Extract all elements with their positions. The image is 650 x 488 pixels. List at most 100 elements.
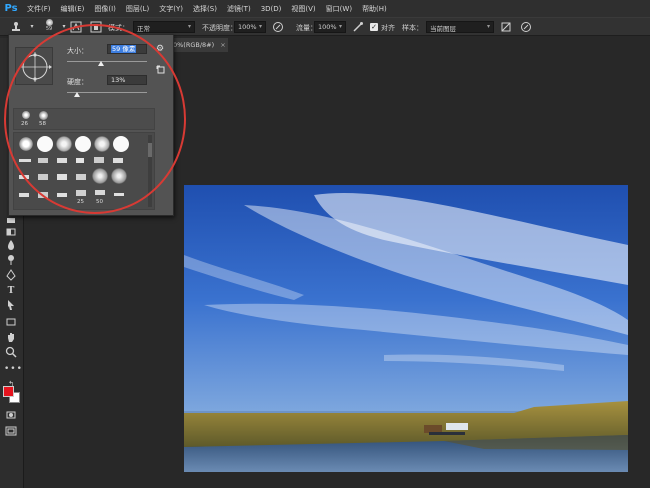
foreground-color-swatch-front[interactable] xyxy=(3,386,14,397)
brush-preset-tip[interactable] xyxy=(57,158,67,163)
document-tab-label: 0%(RGB/8#) xyxy=(173,41,215,49)
brush-preset-tip[interactable] xyxy=(38,158,48,163)
brush-preset-tip[interactable] xyxy=(113,158,123,163)
menu-file[interactable]: 文件(F) xyxy=(22,4,56,14)
brush-size-preview: 59 xyxy=(45,26,53,32)
brush-preset-tip[interactable] xyxy=(57,193,67,197)
dodge-tool-icon[interactable] xyxy=(4,254,18,268)
brush-preset-tip[interactable] xyxy=(76,158,84,163)
recent-brush-tip[interactable] xyxy=(22,111,30,119)
hardness-field[interactable]: 13% xyxy=(107,75,147,85)
menu-3d[interactable]: 3D(D) xyxy=(256,5,287,13)
brush-preview-button[interactable]: 59 xyxy=(42,19,56,34)
menu-bar: Ps 文件(F) 编辑(E) 图像(I) 图层(L) 文字(Y) 选择(S) 滤… xyxy=(0,0,650,17)
brush-preset-tip[interactable] xyxy=(38,192,48,198)
gear-icon[interactable]: ⚙ xyxy=(156,44,166,54)
menu-view[interactable]: 视图(V) xyxy=(286,4,320,14)
align-label: 对齐 xyxy=(381,24,395,32)
chevron-down-icon: ▾ xyxy=(486,23,490,30)
ignore-adjustment-layers-icon[interactable] xyxy=(500,21,512,33)
photoshop-logo: Ps xyxy=(4,3,18,14)
brush-preset-size: 50 xyxy=(96,199,103,205)
sample-value: 当前图层 xyxy=(430,25,456,33)
menu-filter[interactable]: 滤镜(T) xyxy=(222,4,256,14)
brush-preset-tip[interactable] xyxy=(37,136,53,152)
brush-preset-tip[interactable] xyxy=(76,190,86,196)
brush-preset-picker: 大小： 59 像素 ⚙ 硬度： 13% 26 58 25 50 xyxy=(8,34,174,216)
brush-preset-tip[interactable] xyxy=(113,136,129,152)
align-checkbox[interactable]: ✓ xyxy=(370,23,378,31)
pressure-opacity-icon[interactable] xyxy=(272,21,284,33)
hardness-slider-thumb[interactable] xyxy=(74,92,81,97)
brush-preset-tip[interactable] xyxy=(94,136,110,152)
pen-tool-icon[interactable] xyxy=(4,269,18,283)
brush-preset-tip[interactable] xyxy=(19,159,31,162)
new-preset-icon[interactable] xyxy=(156,65,166,75)
menu-type[interactable]: 文字(Y) xyxy=(154,4,188,14)
size-label: 大小： xyxy=(67,47,88,55)
recent-brush-tip[interactable] xyxy=(39,111,48,120)
brush-preset-tip[interactable] xyxy=(19,175,29,179)
brush-preset-tip[interactable] xyxy=(38,174,48,180)
brush-preset-tip[interactable] xyxy=(19,193,29,197)
menu-layer[interactable]: 图层(L) xyxy=(121,4,154,14)
zoom-tool-icon[interactable] xyxy=(4,346,18,360)
opacity-value: 100% xyxy=(238,23,257,31)
stamp-icon[interactable] xyxy=(10,21,22,33)
type-tool-icon[interactable]: T xyxy=(4,284,18,298)
chevron-down-icon[interactable]: ▾ xyxy=(58,21,70,33)
rectangle-tool-icon[interactable] xyxy=(4,316,18,330)
brush-preset-tip[interactable] xyxy=(75,136,91,152)
brush-tip-icon xyxy=(45,19,53,26)
blur-tool-icon[interactable] xyxy=(4,239,18,253)
brush-preset-tip[interactable] xyxy=(111,168,127,184)
size-slider[interactable] xyxy=(67,61,147,62)
chevron-down-icon: ▾ xyxy=(258,23,262,30)
menu-select[interactable]: 选择(S) xyxy=(188,4,222,14)
brush-preset-tip[interactable] xyxy=(76,174,86,180)
brush-preset-tip[interactable] xyxy=(92,168,108,184)
recent-brushes: 26 58 xyxy=(13,108,155,130)
brush-preset-tip[interactable] xyxy=(19,137,33,151)
recent-brush-size: 58 xyxy=(39,121,46,127)
document-tab[interactable]: 0%(RGB/8#) × xyxy=(170,38,228,52)
flow-field[interactable]: 100% ▾ xyxy=(314,21,346,33)
size-field[interactable]: 59 像素 xyxy=(107,44,147,54)
more-tools-icon[interactable]: ••• xyxy=(4,362,22,376)
size-slider-thumb[interactable] xyxy=(98,61,105,66)
menu-edit[interactable]: 编辑(E) xyxy=(56,4,90,14)
toggle-clone-source-icon[interactable] xyxy=(90,21,102,33)
menu-image[interactable]: 图像(I) xyxy=(89,4,121,14)
sample-select[interactable]: 当前图层 ▾ xyxy=(426,21,494,33)
brush-preset-grid: 25 50 xyxy=(13,132,155,210)
menu-help[interactable]: 帮助(H) xyxy=(357,4,392,14)
chevron-down-icon: ▾ xyxy=(338,23,342,30)
gradient-tool-icon[interactable] xyxy=(4,226,18,240)
menu-window[interactable]: 窗口(W) xyxy=(321,4,357,14)
scrollbar-thumb[interactable] xyxy=(148,143,152,157)
brush-preset-tip[interactable] xyxy=(94,157,104,163)
chevron-down-icon[interactable]: ▾ xyxy=(26,21,38,33)
airbrush-icon[interactable] xyxy=(352,21,364,33)
preset-grid-scrollbar[interactable] xyxy=(148,135,152,207)
brush-preset-tip[interactable] xyxy=(114,193,124,196)
mode-label: 模式： xyxy=(108,24,129,32)
canvas-image[interactable] xyxy=(184,185,628,472)
mode-value: 正常 xyxy=(137,25,150,33)
recent-brush-size: 26 xyxy=(21,121,28,127)
brush-preset-tip[interactable] xyxy=(56,136,72,152)
brush-preset-tip[interactable] xyxy=(95,190,105,195)
brush-preset-tip[interactable] xyxy=(57,174,67,180)
toggle-brush-panel-icon[interactable] xyxy=(70,21,82,33)
close-icon[interactable]: × xyxy=(220,41,225,49)
quick-mask-icon[interactable] xyxy=(4,409,18,423)
pressure-size-icon[interactable] xyxy=(520,21,532,33)
screen-mode-icon[interactable] xyxy=(4,425,18,439)
brush-angle-roundness-control[interactable] xyxy=(15,47,53,85)
path-selection-tool-icon[interactable] xyxy=(4,299,18,313)
hand-tool-icon[interactable] xyxy=(4,331,18,345)
opacity-field[interactable]: 100% ▾ xyxy=(234,21,266,33)
hardness-value: 13% xyxy=(111,76,126,84)
mode-select[interactable]: 正常 ▾ xyxy=(133,21,195,33)
size-value: 59 像素 xyxy=(111,45,137,53)
